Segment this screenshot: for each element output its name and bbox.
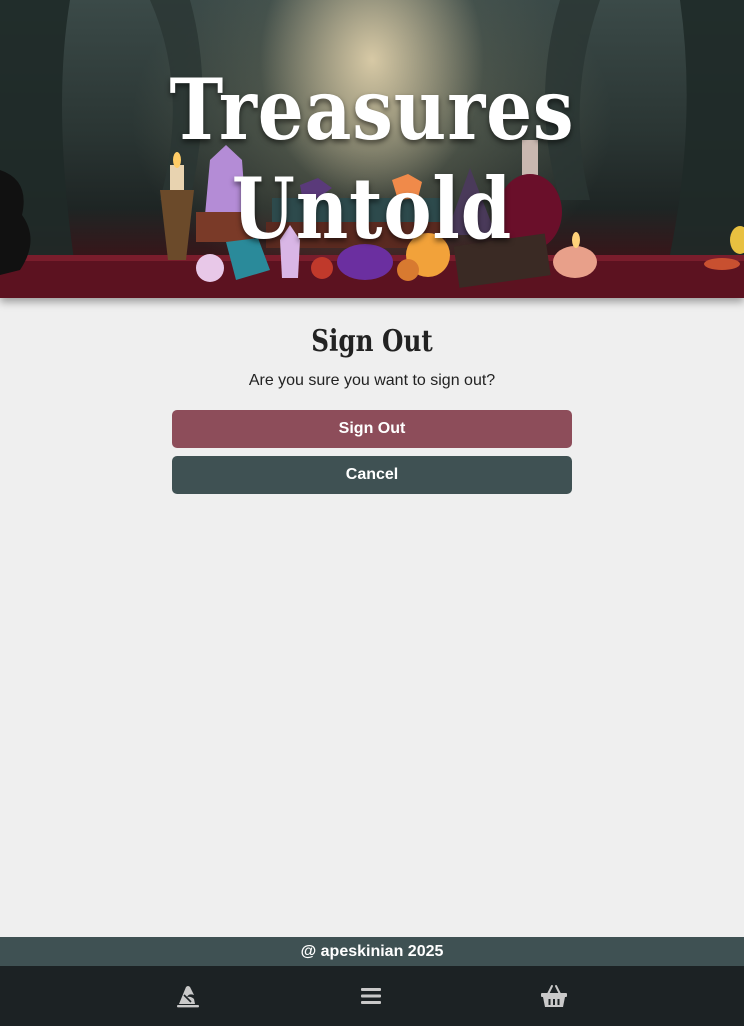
footer: @ apeskinian 2025 xyxy=(0,937,744,966)
hero-banner: Treasures Untold xyxy=(0,0,744,298)
site-title: Treasures Untold xyxy=(169,60,575,258)
signout-panel: Sign Out Are you sure you want to sign o… xyxy=(0,298,744,937)
copyright-text: @ apeskinian 2025 xyxy=(300,943,444,960)
confirmation-text: Are you sure you want to sign out? xyxy=(248,372,496,389)
page: Treasures Untold Sign Out Are you sure y… xyxy=(0,0,744,1026)
nav-basket-button[interactable] xyxy=(538,980,570,1012)
wizard-hat-icon xyxy=(177,986,199,1008)
bottom-nav xyxy=(0,966,744,1026)
hamburger-menu-icon xyxy=(361,988,381,1004)
sign-out-button[interactable]: Sign Out xyxy=(172,410,572,448)
nav-menu-button[interactable] xyxy=(355,980,387,1012)
nav-home-button[interactable] xyxy=(172,980,204,1012)
cancel-button[interactable]: Cancel xyxy=(172,456,572,494)
shopping-basket-icon xyxy=(541,985,567,1007)
page-title: Sign Out xyxy=(311,324,433,359)
